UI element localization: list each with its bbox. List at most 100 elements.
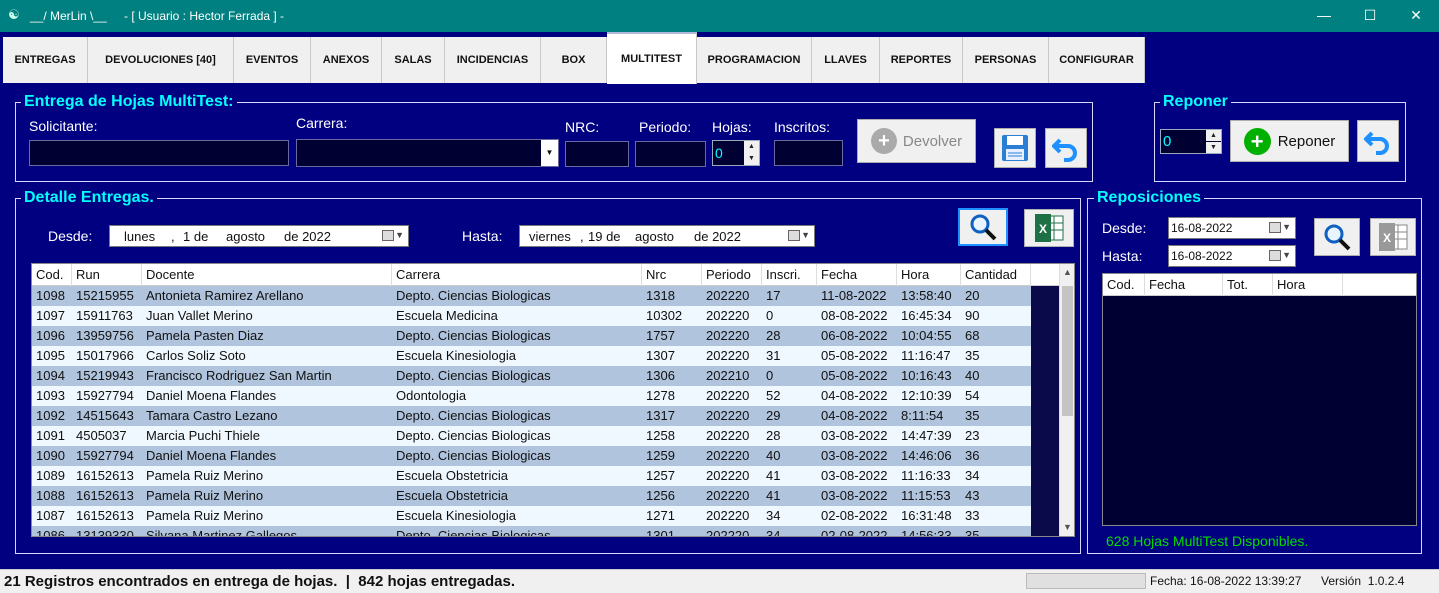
column-header[interactable]: Cod. xyxy=(32,264,72,286)
tab-configurar[interactable]: CONFIGURAR xyxy=(1049,37,1145,83)
table-row[interactable]: 1097 15911763 Juan Vallet Merino Escuela Me… xyxy=(32,306,1031,326)
table-row[interactable]: 1089 16152613 Pamela Ruiz Merino Escuela Ob… xyxy=(32,466,1031,486)
search-button[interactable] xyxy=(958,208,1008,246)
minimize-button[interactable]: — xyxy=(1301,0,1347,32)
window-user: - [ Usuario : Hector Ferrada ] - xyxy=(124,9,285,23)
hasta-datepicker[interactable]: viernes , 19 de agosto de 2022 ▼ xyxy=(519,225,815,247)
tab-reportes[interactable]: REPORTES xyxy=(880,37,963,83)
tab-personas[interactable]: PERSONAS xyxy=(963,37,1049,83)
table-row[interactable]: 1094 15219943 Francisco Rodriguez San Mart… xyxy=(32,366,1031,386)
tab-entregas[interactable]: ENTREGAS xyxy=(3,37,88,83)
table-header: Cod. Run Docente Carrera Nrc Periodo Inscri. Fe… xyxy=(32,264,1059,286)
reponer-label: Reponer xyxy=(1277,132,1336,150)
desde-d: 1 de xyxy=(183,229,209,244)
table-row[interactable]: 1093 15927794 Daniel Moena Flandes Odontolo… xyxy=(32,386,1031,406)
desde-datepicker[interactable]: lunes , 1 de agosto de 2022 ▼ xyxy=(109,225,409,247)
save-button[interactable] xyxy=(994,128,1036,168)
column-header[interactable]: Inscri. xyxy=(762,264,817,286)
stepper-down-icon[interactable]: ▼ xyxy=(1206,142,1221,153)
column-header[interactable]: Fecha xyxy=(1145,274,1223,296)
table-cell: 34 xyxy=(965,468,980,483)
svg-text:X: X xyxy=(1383,231,1391,245)
table-cell: 34 xyxy=(766,508,781,523)
table-row[interactable]: 1088 16152613 Pamela Ruiz Merino Escuela Ob… xyxy=(32,486,1031,506)
table-row[interactable]: 1087 16152613 Pamela Ruiz Merino Escuela Ki… xyxy=(32,506,1031,526)
nrc-input[interactable] xyxy=(565,141,629,167)
rep-search-button[interactable] xyxy=(1314,218,1360,256)
tab-eventos[interactable]: EVENTOS xyxy=(234,37,311,83)
tab-devoluciones[interactable]: DEVOLUCIONES [40] xyxy=(88,37,234,83)
table-cell: 16:31:48 xyxy=(901,508,952,523)
chevron-down-icon[interactable]: ▼ xyxy=(541,140,558,166)
excel-export-button[interactable]: X xyxy=(1024,209,1074,247)
table-cell: 68 xyxy=(965,328,980,343)
periodo-input[interactable] xyxy=(635,141,706,167)
table-row[interactable]: 1096 13959756 Pamela Pasten Diaz Depto. Cie… xyxy=(32,326,1031,346)
table-row[interactable]: 1091 4505037 Marcia Puchi Thiele Depto. Cie… xyxy=(32,426,1031,446)
plus-icon: + xyxy=(870,128,897,154)
carrera-select[interactable]: ▼ xyxy=(296,139,559,167)
stepper-up-icon[interactable]: ▲ xyxy=(1206,130,1221,141)
column-header[interactable]: Hora xyxy=(897,264,961,286)
rep-hasta-datepicker[interactable]: 16-08-2022 ▼ xyxy=(1168,245,1296,267)
tab-salas[interactable]: SALAS xyxy=(382,37,445,83)
close-button[interactable]: ✕ xyxy=(1393,0,1439,32)
column-header[interactable]: Hora xyxy=(1273,274,1343,296)
column-header[interactable]: Nrc xyxy=(642,264,702,286)
table-cell: 1278 xyxy=(646,388,675,403)
table-row[interactable]: 1086 13139330 Silvana Martinez Gallegos Dep… xyxy=(32,526,1031,536)
column-header[interactable]: Tot. xyxy=(1223,274,1273,296)
rep-excel-button[interactable]: X xyxy=(1370,218,1416,256)
tab-programacion[interactable]: PROGRAMACION xyxy=(697,37,812,83)
solicitante-input[interactable] xyxy=(29,140,289,166)
reponer-stepper[interactable]: 0 ▲ ▼ xyxy=(1160,129,1222,154)
devolver-button[interactable]: + Devolver xyxy=(857,119,976,163)
tab-multitest[interactable]: MULTITEST xyxy=(607,32,697,84)
table-cell: Escuela Obstetricia xyxy=(396,488,508,503)
column-header[interactable]: Fecha xyxy=(817,264,897,286)
column-header[interactable]: Cantidad xyxy=(961,264,1031,286)
calendar-icon xyxy=(1269,222,1281,233)
reponer-button[interactable]: + Reponer xyxy=(1230,120,1349,162)
reposiciones-table[interactable]: Cod. Fecha Tot. Hora xyxy=(1102,273,1417,526)
maximize-button[interactable]: ☐ xyxy=(1347,0,1393,32)
column-header[interactable]: Periodo xyxy=(702,264,762,286)
table-cell: 35 xyxy=(965,528,980,536)
hojas-stepper[interactable]: 0 ▲ ▼ xyxy=(712,140,760,166)
table-cell: 0 xyxy=(766,308,774,323)
chevron-down-icon: ▼ xyxy=(801,230,810,240)
table-row[interactable]: 1098 15215955 Antonieta Ramirez Arellano De… xyxy=(32,286,1031,306)
excel-icon: X xyxy=(1379,223,1408,251)
reponer-undo-button[interactable] xyxy=(1357,120,1399,162)
tab-box[interactable]: BOX xyxy=(541,37,607,83)
column-header[interactable]: Run xyxy=(72,264,142,286)
chevron-up-icon[interactable]: ▲ xyxy=(1063,267,1072,277)
table-row[interactable]: 1095 15017966 Carlos Soliz Soto Escuela Kin… xyxy=(32,346,1031,366)
table-row[interactable]: 1092 14515643 Tamara Castro Lezano Depto. C… xyxy=(32,406,1031,426)
stepper-up-icon[interactable]: ▲ xyxy=(744,141,759,153)
column-header[interactable]: Carrera xyxy=(392,264,642,286)
table-row[interactable]: 1090 15927794 Daniel Moena Flandes Depto. C… xyxy=(32,446,1031,466)
tab-anexos[interactable]: ANEXOS xyxy=(311,37,382,83)
chevron-down-icon[interactable]: ▼ xyxy=(1063,522,1072,532)
table-cell: 1271 xyxy=(646,508,675,523)
table-cell: 11:15:53 xyxy=(901,488,951,503)
solicitante-label: Solicitante: xyxy=(29,118,98,134)
table-cell: Depto. Ciencias Biologicas xyxy=(396,408,551,423)
inscritos-label: Inscritos: xyxy=(774,119,831,135)
column-header[interactable]: Cod. xyxy=(1103,274,1145,296)
rep-desde-datepicker[interactable]: 16-08-2022 ▼ xyxy=(1168,217,1296,239)
undo-button[interactable] xyxy=(1045,128,1087,168)
table-cell: 14:46:06 xyxy=(901,448,952,463)
scrollbar-thumb[interactable] xyxy=(1062,286,1073,416)
calendar-icon xyxy=(382,230,394,241)
inscritos-input[interactable] xyxy=(774,140,843,166)
stepper-down-icon[interactable]: ▼ xyxy=(744,153,759,165)
column-header[interactable]: Docente xyxy=(142,264,392,286)
table-scrollbar[interactable]: ▲ ▼ xyxy=(1059,264,1074,536)
table-cell: Pamela Ruiz Merino xyxy=(146,488,264,503)
desde-label: Desde: xyxy=(48,228,93,244)
entregas-table[interactable]: Cod. Run Docente Carrera Nrc Periodo Inscri. Fe… xyxy=(31,263,1075,537)
tab-incidencias[interactable]: INCIDENCIAS xyxy=(445,37,541,83)
tab-llaves[interactable]: LLAVES xyxy=(812,37,880,83)
